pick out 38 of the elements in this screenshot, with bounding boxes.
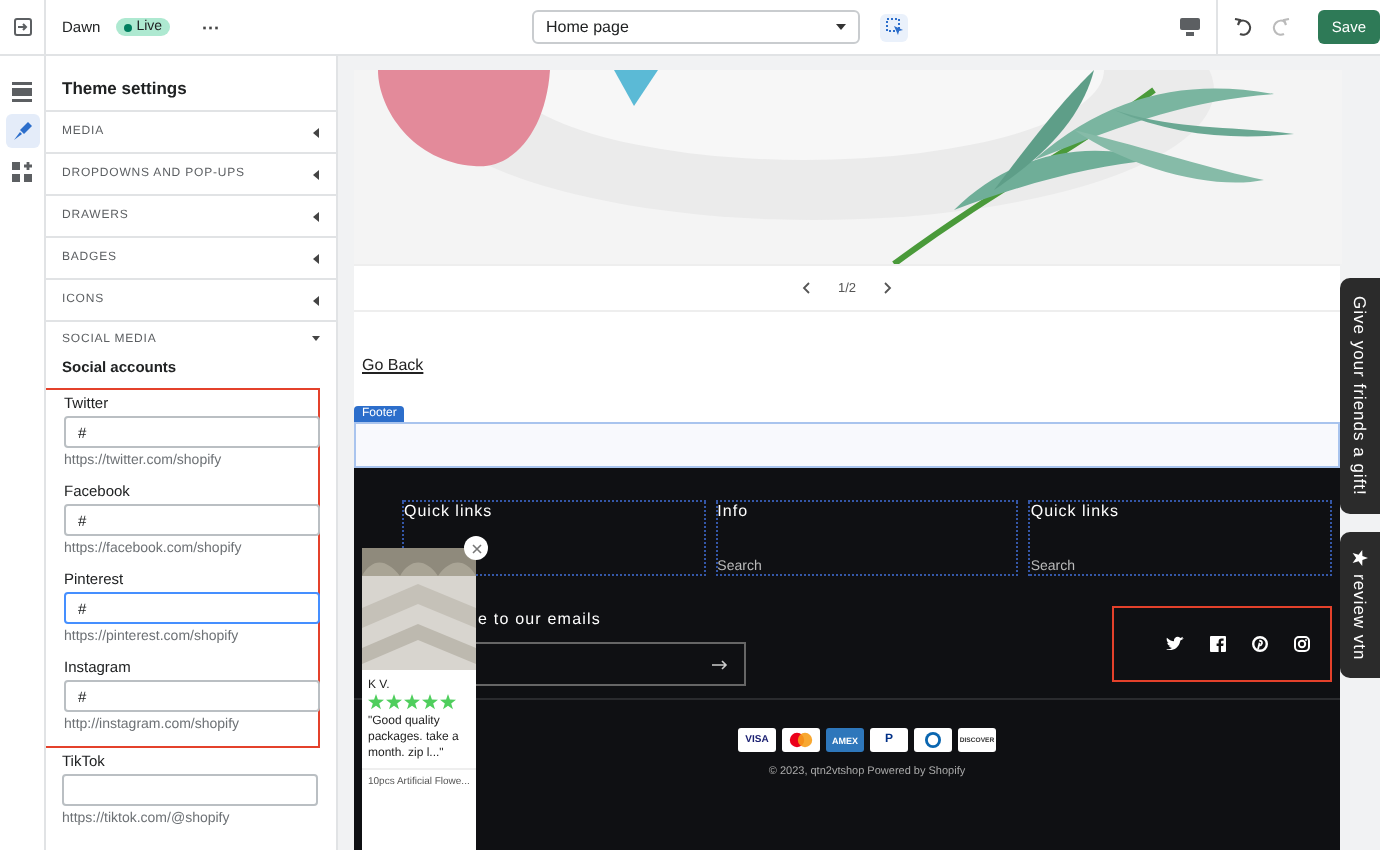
close-icon[interactable] (471, 543, 481, 553)
column-heading: Quick links (1030, 502, 1122, 520)
facebook-icon[interactable] (1210, 636, 1226, 652)
more-button[interactable]: ··· (202, 17, 221, 37)
column-heading: Info (717, 502, 751, 520)
next-icon[interactable] (884, 282, 893, 294)
caret-icon[interactable] (312, 127, 320, 137)
undo-icon[interactable] (1233, 18, 1254, 36)
apps-icon[interactable] (12, 161, 32, 181)
star-icon (1352, 549, 1368, 566)
panel-title: Theme settings (46, 56, 336, 112)
previous-icon[interactable] (801, 282, 810, 294)
instagram-icon[interactable] (1294, 636, 1310, 652)
arrow-icon[interactable] (712, 659, 728, 669)
diners-club-logo (914, 728, 952, 752)
caret-icon[interactable] (312, 211, 320, 221)
newsletter-heading: e to our emails (478, 610, 603, 628)
rail-button[interactable] (5, 114, 39, 148)
caret-icon[interactable] (836, 24, 847, 30)
caret-icon[interactable] (312, 253, 320, 263)
brush-icon[interactable] (11, 120, 33, 142)
go-back-link[interactable]: Go Back (362, 356, 424, 374)
caret-icon[interactable] (312, 334, 320, 344)
sections-icon[interactable] (12, 81, 32, 101)
close-button[interactable] (464, 536, 488, 560)
caret-icon[interactable] (312, 295, 320, 305)
column-heading: Quick links (404, 502, 495, 520)
pinterest-icon[interactable] (1252, 636, 1268, 652)
gift-tab[interactable]: Give your friends a gift! (1340, 278, 1380, 514)
page-select[interactable]: Home page (532, 10, 861, 44)
desktop-icon[interactable] (1179, 18, 1200, 36)
inspector-button[interactable] (880, 13, 909, 41)
bird-icon[interactable] (1166, 636, 1184, 652)
review-tab[interactable]: review vtn (1340, 531, 1380, 679)
exit-icon[interactable] (13, 18, 31, 36)
url-field[interactable] (62, 774, 318, 806)
caret-icon[interactable] (312, 169, 320, 179)
mastercard-logo (782, 728, 820, 752)
